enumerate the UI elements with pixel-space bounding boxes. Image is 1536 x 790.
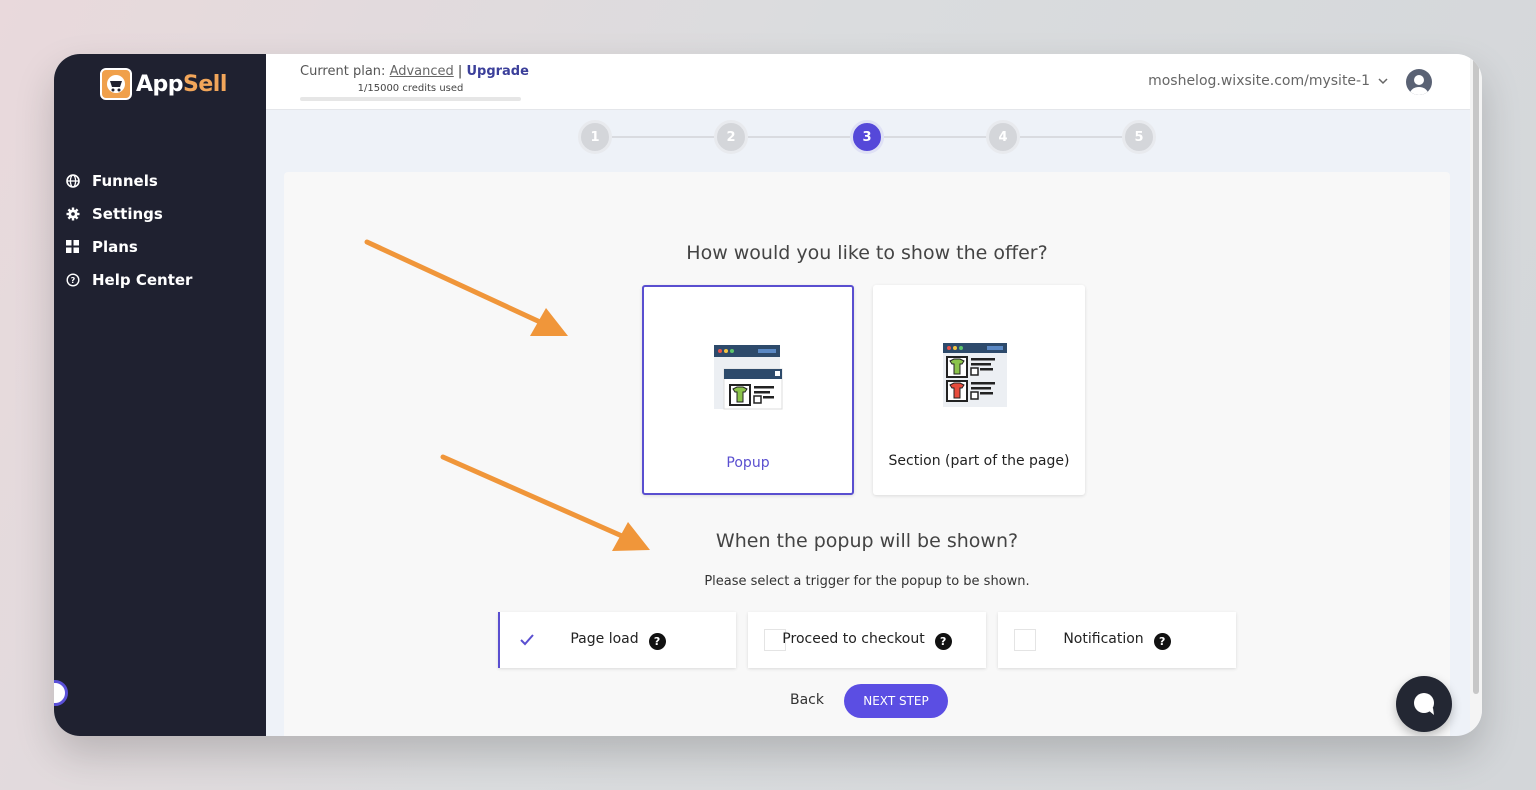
popup-window-icon xyxy=(714,345,783,410)
chat-widget-button[interactable] xyxy=(1396,676,1452,732)
logo-sell-text: Sell xyxy=(183,71,227,97)
trigger-label: Proceed to checkout xyxy=(782,630,925,647)
sidebar-item-funnels[interactable]: Funnels xyxy=(66,164,192,197)
step-connector xyxy=(1020,136,1122,138)
help-circle-icon: ? xyxy=(66,272,92,287)
option-section[interactable]: Section (part of the page) xyxy=(873,285,1085,495)
step-indicator: 1 2 3 4 5 xyxy=(578,120,1158,154)
upgrade-link[interactable]: Upgrade xyxy=(466,64,528,79)
grid-icon xyxy=(66,240,92,253)
sidebar-item-help-center[interactable]: ? Help Center xyxy=(66,263,192,296)
trigger-page-load[interactable]: Page load? xyxy=(498,612,736,668)
chevron-down-icon xyxy=(1378,73,1388,89)
next-step-button[interactable]: NEXT STEP xyxy=(844,684,948,718)
trigger-label-row: Page load? xyxy=(500,631,736,650)
cart-logo-icon xyxy=(100,68,132,100)
gear-icon xyxy=(66,207,92,221)
step-connector xyxy=(748,136,850,138)
option-popup-label: Popup xyxy=(726,455,770,471)
header: Current plan: Advanced | Upgrade 1/15000… xyxy=(266,54,1470,110)
back-button[interactable]: Back xyxy=(790,692,824,708)
option-section-label: Section (part of the page) xyxy=(888,453,1070,469)
trigger-label: Notification xyxy=(1063,630,1144,647)
question-mark-icon[interactable]: ? xyxy=(1153,632,1171,650)
trigger-label-row: Proceed to checkout? xyxy=(748,631,986,650)
sidebar-item-label: Funnels xyxy=(92,171,158,190)
step-3[interactable]: 3 xyxy=(850,120,884,154)
question-trigger: When the popup will be shown? xyxy=(715,530,1019,552)
step-connector xyxy=(884,136,986,138)
plan-separator: | xyxy=(457,64,463,79)
plan-name-link[interactable]: Advanced xyxy=(390,64,454,79)
site-url: moshelog.wixsite.com/mysite-1 xyxy=(1148,73,1370,89)
section-page-icon xyxy=(943,343,1007,407)
step-4[interactable]: 4 xyxy=(986,120,1020,154)
sidebar-nav: Funnels Settings Plans ? Help Center xyxy=(66,164,192,296)
trigger-label: Page load xyxy=(570,630,639,647)
sidebar-item-label: Plans xyxy=(92,237,138,256)
question-mark-icon[interactable]: ? xyxy=(648,632,666,650)
sidebar-item-settings[interactable]: Settings xyxy=(66,197,192,230)
step-5[interactable]: 5 xyxy=(1122,120,1156,154)
logo-app-text: App xyxy=(136,71,184,97)
sidebar: AppSell Funnels Settings Plans ? Help Ce… xyxy=(54,54,266,736)
option-popup[interactable]: Popup xyxy=(642,285,854,495)
collapse-toggle[interactable] xyxy=(54,680,68,706)
main-content: How would you like to show the offer? Po… xyxy=(284,172,1450,736)
trigger-label-row: Notification? xyxy=(998,631,1236,650)
globe-icon xyxy=(66,173,92,188)
app-window: AppSell Funnels Settings Plans ? Help Ce… xyxy=(54,54,1482,736)
sidebar-item-plans[interactable]: Plans xyxy=(66,230,192,263)
trigger-proceed-to-checkout[interactable]: Proceed to checkout? xyxy=(748,612,986,668)
credits-used: 1/15000 credits used xyxy=(357,83,464,94)
step-2[interactable]: 2 xyxy=(714,120,748,154)
credits-progress-bar xyxy=(300,97,521,101)
logo-text: AppSell xyxy=(136,72,227,97)
svg-text:?: ? xyxy=(71,276,76,285)
step-connector xyxy=(612,136,714,138)
trigger-instructions: Please select a trigger for the popup to… xyxy=(704,574,1030,589)
logo[interactable]: AppSell xyxy=(100,68,227,100)
sidebar-item-label: Settings xyxy=(92,204,163,223)
scrollbar-thumb[interactable] xyxy=(1473,58,1479,694)
step-1[interactable]: 1 xyxy=(578,120,612,154)
chat-bubble-icon xyxy=(1414,693,1434,715)
user-avatar-icon xyxy=(1410,75,1428,95)
sidebar-item-label: Help Center xyxy=(92,270,193,289)
question-display-type: How would you like to show the offer? xyxy=(686,242,1048,264)
plan-prefix: Current plan: xyxy=(300,64,386,79)
question-mark-icon[interactable]: ? xyxy=(934,632,952,650)
avatar[interactable] xyxy=(1406,69,1432,95)
site-selector[interactable]: moshelog.wixsite.com/mysite-1 xyxy=(1148,73,1388,89)
trigger-notification[interactable]: Notification? xyxy=(998,612,1236,668)
scrollbar[interactable] xyxy=(1470,54,1482,736)
current-plan: Current plan: Advanced | Upgrade xyxy=(300,64,529,79)
